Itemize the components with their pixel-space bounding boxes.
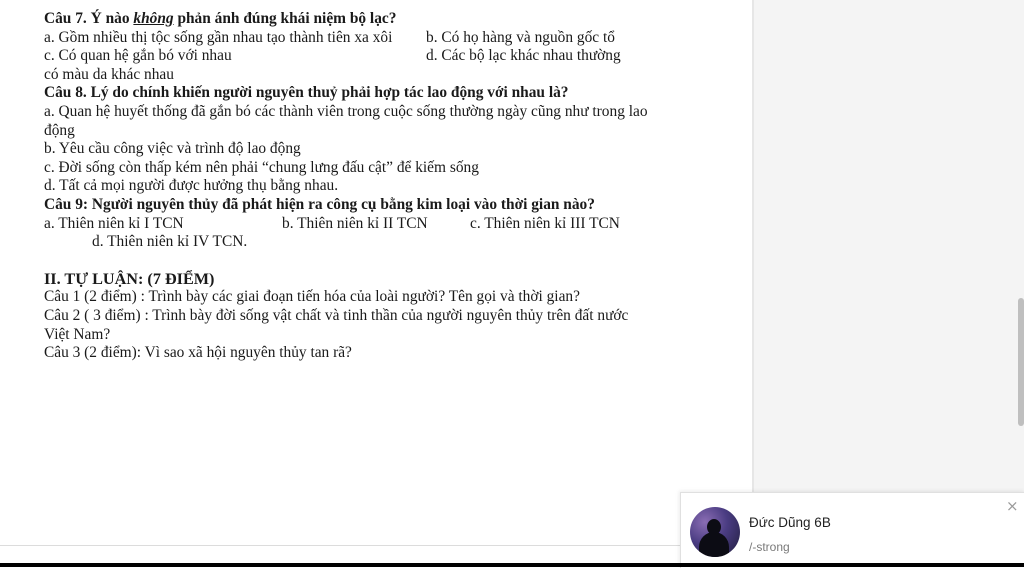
- question-8-option-a: a. Quan hệ huyết thống đã gắn bó các thà…: [44, 102, 648, 139]
- question-9-title: Câu 9: Người nguyên thủy đã phát hiện ra…: [44, 195, 595, 213]
- bottom-bar: [0, 563, 1024, 567]
- question-7-row-2: c. Có quan hệ gắn bó với nhau d. Các bộ …: [44, 47, 654, 66]
- essay-heading: II. TỰ LUẬN: (7 ĐIỂM): [44, 269, 215, 288]
- question-9-option-d: d. Thiên niên kỉ IV TCN.: [92, 233, 248, 251]
- question-7-option-b: b. Có họ hàng và nguồn gốc tổ: [426, 28, 615, 46]
- question-9-option-c: c. Thiên niên kỉ III TCN: [470, 214, 620, 232]
- question-7-option-d: d. Các bộ lạc khác nhau thường: [426, 47, 621, 65]
- side-pane: [754, 0, 1024, 567]
- question-7-title: Câu 7. Ý nào không phản ánh đúng khái ni…: [44, 10, 397, 27]
- user-subtitle: /-strong: [749, 540, 790, 554]
- question-7-option-d-continued: có màu da khác nhau: [44, 65, 174, 83]
- scrollbar-thumb[interactable]: [1018, 298, 1024, 426]
- question-7-option-c: c. Có quan hệ gắn bó với nhau: [44, 47, 232, 65]
- document-page: Câu 7. Ý nào không phản ánh đúng khái ni…: [0, 0, 752, 567]
- question-8-title: Câu 8. Lý do chính khiến người nguyên th…: [44, 84, 569, 102]
- avatar[interactable]: [690, 507, 740, 557]
- document-content: Câu 7. Ý nào không phản ánh đúng khái ni…: [44, 10, 654, 363]
- divider: [0, 545, 680, 546]
- question-8-option-d: d. Tất cả mọi người được hưởng thụ bằng …: [44, 177, 339, 195]
- close-icon[interactable]: ×: [1006, 497, 1019, 515]
- question-7-option-a: a. Gồm nhiều thị tộc sống gần nhau tạo t…: [44, 28, 393, 46]
- user-name[interactable]: Đức Dũng 6B: [749, 515, 831, 530]
- essay-question-2: Câu 2 ( 3 điểm) : Trình bày đời sống vật…: [44, 306, 629, 343]
- essay-question-3: Câu 3 (2 điểm): Vì sao xã hội nguyên thủ…: [44, 344, 352, 362]
- avatar-silhouette-body: [699, 532, 729, 557]
- essay-question-1: Câu 1 (2 điểm) : Trình bày các giai đoạn…: [44, 288, 580, 306]
- question-8-option-b: b. Yêu cầu công việc và trình độ lao độn…: [44, 140, 301, 158]
- user-card[interactable]: Đức Dũng 6B /-strong ×: [680, 492, 1024, 568]
- question-9-option-b: b. Thiên niên kỉ II TCN: [282, 214, 428, 232]
- question-7-row-1: a. Gồm nhiều thị tộc sống gần nhau tạo t…: [44, 29, 654, 48]
- question-9-row-1: a. Thiên niên kỉ I TCN b. Thiên niên kỉ …: [44, 215, 654, 234]
- question-9-option-a: a. Thiên niên kỉ I TCN: [44, 214, 184, 232]
- question-8-option-c: c. Đời sống còn thấp kém nên phải “chung…: [44, 158, 479, 176]
